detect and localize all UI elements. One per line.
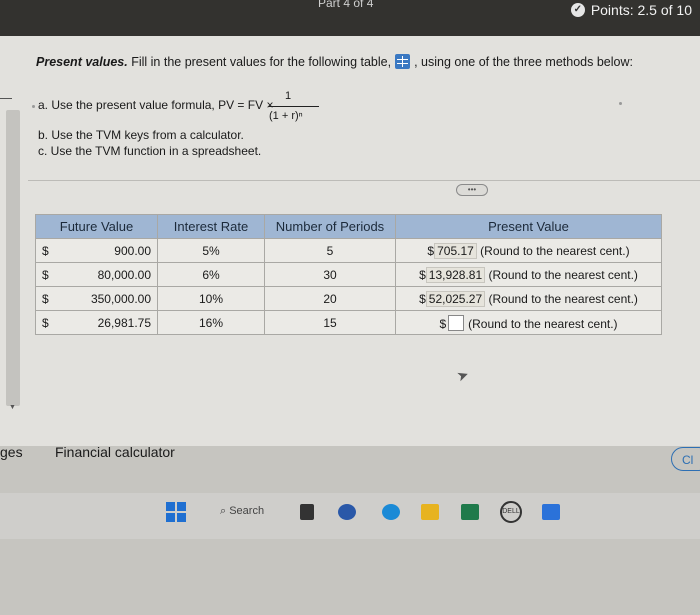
interest-rate-cell: 16% (157, 310, 265, 335)
round-hint: (Round to the nearest cent.) (480, 243, 630, 258)
method-c: c. Use the TVM function in a spreadsheet… (38, 144, 262, 158)
points-indicator: ✓ Points: 2.5 of 10 (570, 2, 692, 18)
task-view-icon[interactable] (300, 504, 314, 520)
bullet-dot (32, 105, 35, 108)
present-value-cell: $52,025.27 (Round to the nearest cent.) (395, 286, 662, 311)
future-value: 80,000.00 (97, 267, 151, 282)
store-icon[interactable] (461, 504, 479, 520)
app-icon[interactable] (542, 504, 560, 520)
periods-cell: 20 (264, 286, 396, 311)
scroll-down-icon[interactable]: ▼ (9, 404, 16, 411)
taskbar-search[interactable]: ⌕ Search (210, 498, 282, 524)
question-text-end: , using one of the three methods below: (414, 55, 633, 69)
section-divider (28, 180, 700, 181)
header-number-of-periods: Number of Periods (264, 214, 396, 239)
search-label: Search (229, 505, 265, 517)
decor-dot (619, 102, 622, 105)
present-value-cell: $13,928.81 (Round to the nearest cent.) (395, 262, 662, 287)
future-value-cell: $900.00 (35, 238, 158, 263)
table-row: $900.00 5% 5 $705.17 (Round to the neare… (35, 238, 662, 263)
future-value: 900.00 (114, 243, 151, 258)
pv-currency: $ (439, 316, 447, 331)
currency-symbol: $ (42, 267, 49, 282)
future-value: 350,000.00 (90, 291, 151, 306)
pv-answer-field[interactable]: 705.17 (434, 242, 477, 259)
interest-rate-cell: 10% (157, 286, 265, 311)
formula-numerator: 1 (285, 90, 292, 102)
present-value-table: Future Value Interest Rate Number of Per… (35, 214, 662, 335)
dell-icon[interactable]: DELL (500, 501, 522, 523)
round-hint: (Round to the nearest cent.) (468, 316, 618, 331)
more-options-button[interactable]: ••• (456, 184, 488, 196)
round-hint: (Round to the nearest cent.) (488, 291, 638, 306)
round-hint: (Round to the nearest cent.) (488, 267, 638, 282)
interest-rate-cell: 5% (157, 238, 265, 263)
table-row: $26,981.75 16% 15 $ (Round to the nearest… (35, 310, 662, 335)
formula-denominator: (1 + r)ⁿ (269, 110, 303, 122)
future-value-cell: $80,000.00 (35, 262, 158, 287)
question-prompt: Present values. Fill in the present valu… (36, 54, 633, 69)
periods-cell: 5 (264, 238, 396, 263)
present-value-cell: $ (Round to the nearest cent.) (395, 310, 662, 335)
present-value-cell: $705.17 (Round to the nearest cent.) (395, 238, 662, 263)
table-header-row: Future Value Interest Rate Number of Per… (35, 214, 662, 239)
pv-currency: $ (419, 291, 426, 306)
scrollbar[interactable] (6, 110, 20, 406)
file-explorer-icon[interactable] (421, 504, 439, 520)
currency-symbol: $ (42, 243, 49, 258)
header-present-value: Present Value (395, 214, 662, 239)
periods-cell: 15 (264, 310, 396, 335)
pv-currency: $ (419, 267, 426, 282)
search-icon: ⌕ (220, 505, 230, 517)
pv-answer-input[interactable] (448, 314, 465, 331)
pv-answer-field[interactable]: 52,025.27 (425, 290, 486, 307)
edge-browser-icon[interactable] (382, 504, 400, 520)
points-label: Points: 2.5 of 10 (590, 2, 692, 18)
method-a: a. Use the present value formula, PV = F… (38, 98, 274, 112)
question-title: Present values. (36, 55, 128, 69)
currency-symbol: $ (42, 315, 49, 330)
top-bar: Part 4 of 4 ✓ Points: 2.5 of 10 (0, 0, 700, 36)
question-text: Fill in the present values for the follo… (131, 55, 392, 69)
clear-button[interactable]: Cl (671, 447, 700, 471)
future-value: 26,981.75 (97, 315, 151, 330)
points-icon: ✓ (570, 3, 585, 17)
fraction-bar (269, 106, 319, 107)
periods-cell: 30 (264, 262, 396, 287)
currency-symbol: $ (42, 291, 49, 306)
pv-answer-field[interactable]: 13,928.81 (425, 266, 486, 283)
header-future-value: Future Value (35, 214, 158, 239)
table-row: $350,000.00 10% 20 $52,025.27 (Round to … (35, 286, 662, 311)
table-row: $80,000.00 6% 30 $13,928.81 (Round to th… (35, 262, 662, 287)
interest-rate-cell: 6% (157, 262, 265, 287)
chat-icon[interactable] (338, 504, 356, 520)
header-interest-rate: Interest Rate (157, 214, 265, 239)
cut-off-label: ges (0, 444, 23, 460)
method-b: b. Use the TVM keys from a calculator. (38, 128, 244, 142)
future-value-cell: $26,981.75 (35, 310, 158, 335)
financial-calculator-link[interactable]: Financial calculator (55, 444, 175, 460)
table-icon[interactable] (395, 54, 411, 69)
windows-start-icon[interactable] (166, 502, 186, 522)
left-divider (0, 98, 12, 99)
part-label: Part 4 of 4 (318, 0, 374, 10)
future-value-cell: $350,000.00 (35, 286, 158, 311)
